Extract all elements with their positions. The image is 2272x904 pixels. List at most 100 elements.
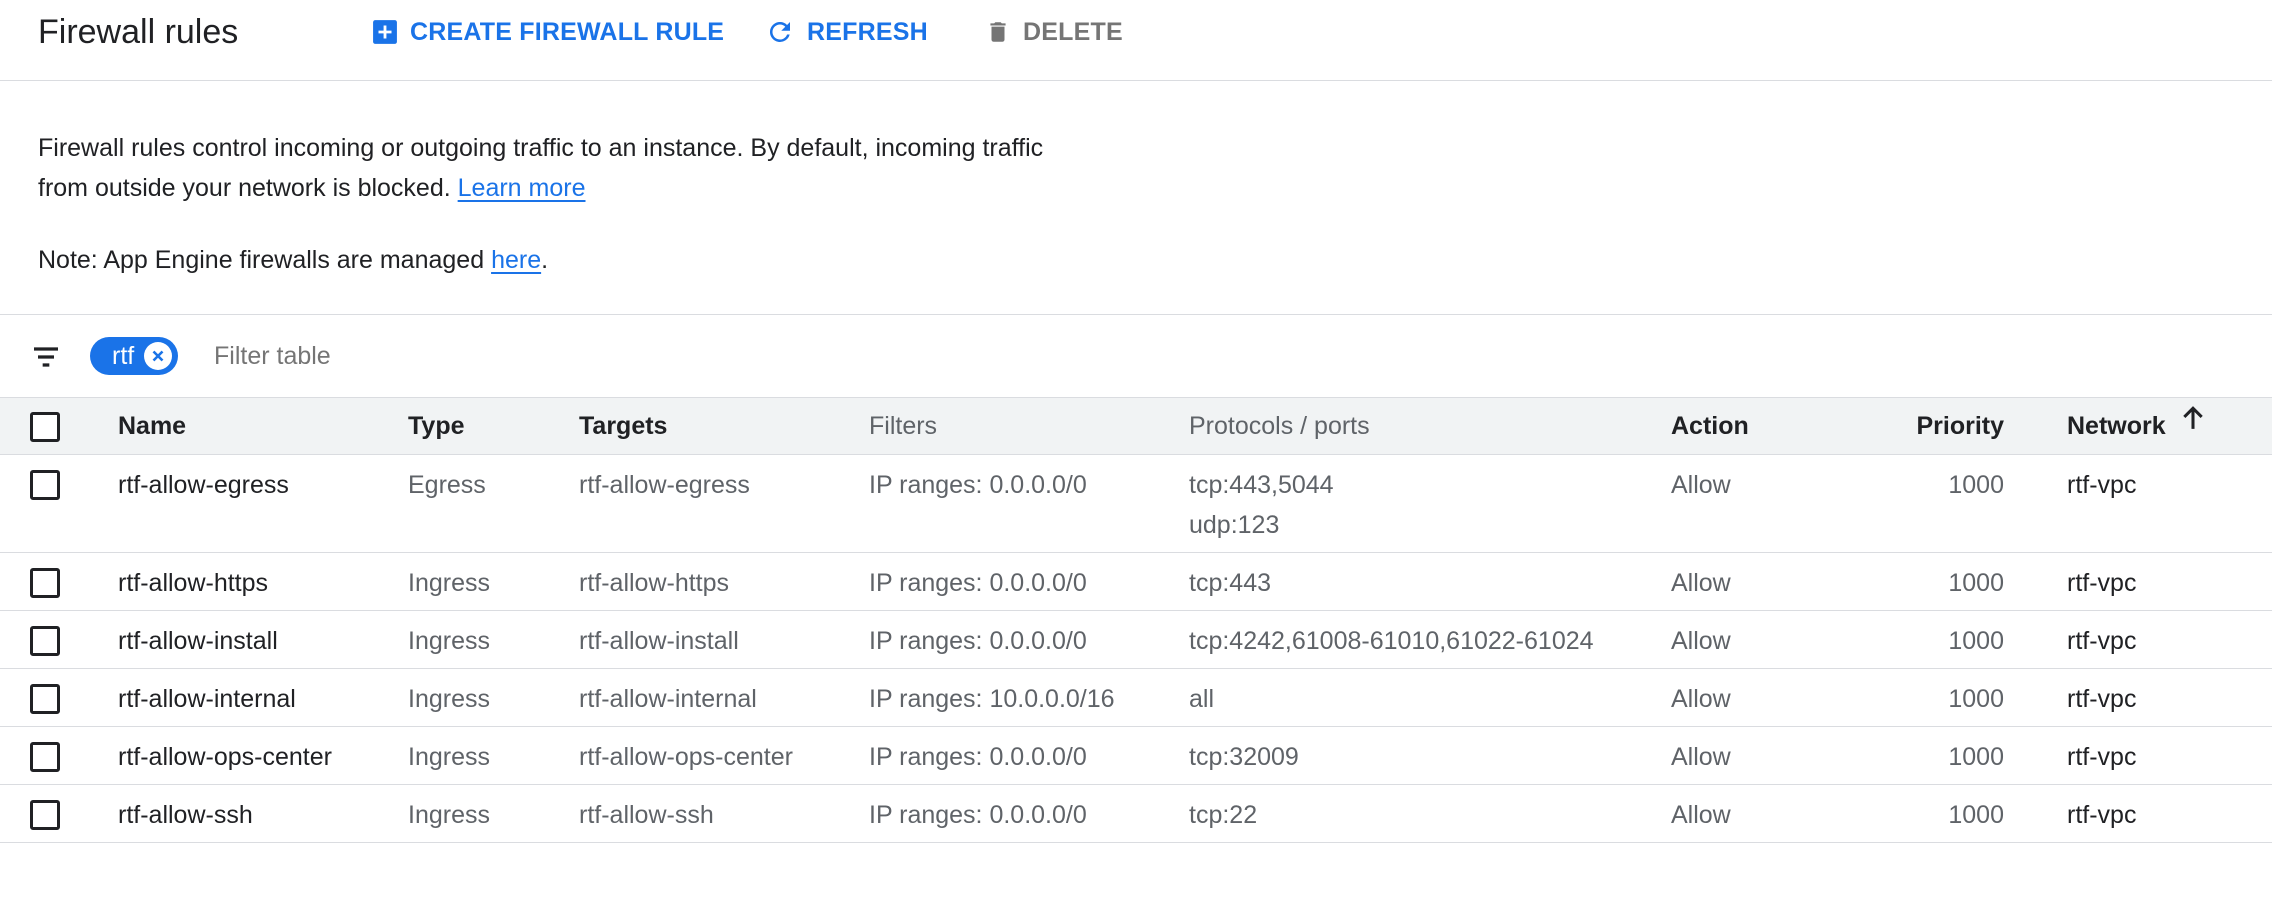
rule-priority: 1000 [1948,569,2004,597]
rule-name[interactable]: rtf-allow-internal [118,679,296,719]
table-row[interactable]: rtf-allow-egress Egress rtf-allow-egress IP… [0,455,2272,553]
rule-priority: 1000 [1948,471,2004,499]
protocol-port: tcp:22 [1189,801,1258,829]
rule-network: rtf-vpc [2067,743,2137,771]
rule-name[interactable]: rtf-allow-egress [118,465,289,505]
column-header-filters: Filters [869,412,938,440]
rule-type: Ingress [408,685,490,713]
app-engine-note: Note: App Engine firewalls are managed h… [38,240,1078,280]
rule-filters: IP ranges: 10.0.0.0/16 [869,685,1115,713]
rule-network: rtf-vpc [2067,801,2137,829]
column-header-targets[interactable]: Targets [579,406,667,446]
refresh-button[interactable]: REFRESH [765,14,928,50]
filter-bar: rtf [0,315,2272,397]
column-header-action[interactable]: Action [1671,406,1749,446]
row-checkbox[interactable] [30,684,60,714]
rule-type: Ingress [408,743,490,771]
create-firewall-rule-label: CREATE FIREWALL RULE [410,17,725,46]
row-checkbox[interactable] [30,742,60,772]
arrow-up-icon[interactable] [2180,404,2206,444]
column-header-name[interactable]: Name [118,406,186,446]
filter-list-icon[interactable] [30,341,62,373]
column-header-network[interactable]: Network [2067,406,2206,446]
protocol-port: udp:123 [1189,511,1280,539]
filter-chip[interactable]: rtf [90,337,179,375]
select-all-checkbox[interactable] [30,412,60,442]
rule-protocols: tcp:443 [1189,563,1271,603]
protocol-port: tcp:443 [1189,569,1272,597]
rule-network: rtf-vpc [2067,685,2137,713]
rule-targets: rtf-allow-internal [579,685,757,713]
note-suffix: . [541,246,549,274]
table-row[interactable]: rtf-allow-ops-center Ingress rtf-allow-ops… [0,727,2272,785]
delete-button[interactable]: DELETE [985,14,1123,50]
rule-name[interactable]: rtf-allow-https [118,563,268,603]
rule-priority: 1000 [1948,685,2004,713]
rule-filters: IP ranges: 0.0.0.0/0 [869,801,1087,829]
table-row[interactable]: rtf-allow-install Ingress rtf-allow-instal… [0,611,2272,669]
rule-type: Ingress [408,801,490,829]
table-row[interactable]: rtf-allow-https Ingress rtf-allow-https IP … [0,553,2272,611]
rule-filters: IP ranges: 0.0.0.0/0 [869,471,1087,499]
row-checkbox[interactable] [30,800,60,830]
rule-action: Allow [1671,471,1731,499]
protocol-port: tcp:32009 [1189,743,1299,771]
toolbar: Firewall rules CREATE FIREWALL RULE REFR… [0,0,2272,81]
create-firewall-rule-button[interactable]: CREATE FIREWALL RULE [372,14,724,50]
column-header-type[interactable]: Type [408,406,465,446]
protocol-port: tcp:4242,61008-61010,61022-61024 [1189,627,1594,655]
add-box-icon [372,19,398,45]
rule-protocols: tcp:32009 [1189,737,1299,777]
table-row[interactable]: rtf-allow-ssh Ingress rtf-allow-ssh IP rang… [0,785,2272,843]
table-header-row: Name Type Targets Filters Protocols / po… [0,397,2272,455]
rule-action: Allow [1671,685,1731,713]
rule-targets: rtf-allow-install [579,627,739,655]
row-checkbox[interactable] [30,626,60,656]
filter-chip-label: rtf [112,341,135,370]
rule-targets: rtf-allow-ssh [579,801,714,829]
rule-filters: IP ranges: 0.0.0.0/0 [869,743,1087,771]
rule-priority: 1000 [1948,627,2004,655]
row-checkbox-cell [30,568,60,598]
row-checkbox-cell [30,800,60,830]
rule-name[interactable]: rtf-allow-ops-center [118,737,332,777]
select-all-checkbox-cell [30,412,60,442]
learn-more-link[interactable]: Learn more [458,174,586,202]
rule-targets: rtf-allow-egress [579,471,750,499]
rule-protocols: all [1189,679,1214,719]
table-row[interactable]: rtf-allow-internal Ingress rtf-allow-inter… [0,669,2272,727]
page-title: Firewall rules [38,13,239,51]
description: Firewall rules control incoming or outgo… [38,128,1078,280]
rule-protocols: tcp:4242,61008-61010,61022-61024 [1189,621,1594,661]
rule-action: Allow [1671,801,1731,829]
firewall-rules-table: Name Type Targets Filters Protocols / po… [0,397,2272,843]
close-circle-icon[interactable] [144,342,173,370]
column-header-priority[interactable]: Priority [1916,406,2004,446]
description-paragraph: Firewall rules control incoming or outgo… [38,128,1078,208]
rule-filters: IP ranges: 0.0.0.0/0 [869,569,1087,597]
rule-action: Allow [1671,569,1731,597]
row-checkbox[interactable] [30,470,60,500]
rule-name[interactable]: rtf-allow-install [118,621,278,661]
rule-protocols: tcp:22 [1189,795,1257,835]
row-checkbox-cell [30,470,60,500]
note-prefix: Note: App Engine firewalls are managed [38,246,485,274]
row-checkbox[interactable] [30,568,60,598]
rule-protocols: tcp:443,5044 udp:123 [1189,465,1334,545]
rule-name[interactable]: rtf-allow-ssh [118,795,253,835]
rule-network: rtf-vpc [2067,471,2137,499]
filter-table-input[interactable] [214,337,1114,375]
trash-icon [985,17,1011,47]
rule-type: Ingress [408,569,490,597]
row-checkbox-cell [30,742,60,772]
rule-priority: 1000 [1948,801,2004,829]
protocol-port: tcp:443,5044 [1189,471,1334,499]
protocol-port: all [1189,685,1215,713]
rule-action: Allow [1671,627,1731,655]
table-body: rtf-allow-egress Egress rtf-allow-egress IP… [0,455,2272,843]
row-checkbox-cell [30,684,60,714]
here-link[interactable]: here [491,246,541,274]
delete-label: DELETE [1023,17,1123,46]
rule-action: Allow [1671,743,1731,771]
rule-filters: IP ranges: 0.0.0.0/0 [869,627,1087,655]
